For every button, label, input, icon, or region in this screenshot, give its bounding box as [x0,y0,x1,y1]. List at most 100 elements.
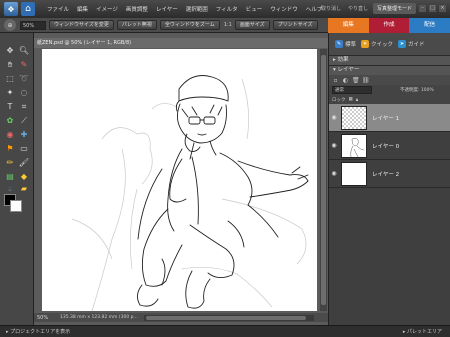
menu-edit[interactable]: 編集 [73,5,92,13]
healing-brush-icon[interactable]: ✚ [18,129,30,141]
clone-stamp-icon[interactable]: ⚑ [4,143,16,155]
layer-controls: ▫ ◐ 🗑︎ ⛓︎ [329,75,450,85]
panel-bin: ✎ 標準 ✦ クイック ➤ ガイド ▸ 効果 ▾ レイヤー ▫ ◐ 🗑︎ ⛓︎ … [328,33,450,325]
guide-icon: ➤ [398,40,407,48]
menu-view[interactable]: ビュー [242,5,267,13]
edit-quick-label: クイック [371,42,394,48]
pencil-icon[interactable]: ✏ [4,157,16,169]
effects-label: 効果 [337,57,349,63]
type-tool-icon[interactable]: T [4,101,16,113]
minimize-icon[interactable]: – [419,5,426,12]
maximize-icon[interactable]: □ [429,5,436,12]
project-bin-label: プロジェクトエリアを表示 [10,329,71,335]
document-title: 紙ZEN.psd @ 50% (レイヤー 1, RGB/8) [34,38,328,48]
adjustment-layer-icon[interactable]: ◐ [342,77,349,84]
layers-section-header[interactable]: ▾ レイヤー [329,65,450,75]
organizer-button[interactable]: 写真整理モード [372,3,416,14]
vertical-scrollbar[interactable] [320,49,327,311]
print-size-button[interactable]: プリントサイズ [272,20,318,30]
close-icon[interactable]: × [439,5,446,12]
paint-bucket-icon[interactable]: ◆ [18,171,30,183]
wand-icon: ✦ [361,40,370,48]
vertical-scroll-thumb[interactable] [321,55,326,305]
tab-create[interactable]: 作成 [368,18,410,33]
ignore-palettes-button[interactable]: パレット無視 [116,20,157,30]
background-color-swatch[interactable] [10,200,22,212]
new-layer-icon[interactable]: ▫ [332,77,339,84]
status-info: 135.38 mm x 123.82 mm (300 p... [60,315,138,320]
edit-full-button[interactable]: ✎ 標準 [335,40,356,48]
lasso-tool-icon[interactable]: ➰ [18,73,30,85]
resize-windows-button[interactable]: ウィンドウサイズを変更 [49,20,114,30]
home-icon[interactable]: ⌂ [21,2,35,16]
lock-row: ロック ▦ 🔒︎ [329,95,450,104]
layer-row-1[interactable]: ◉ レイヤー 1 [329,104,450,132]
main-menu: ファイル 編集 イメージ 画質調整 レイヤー 選択範囲 フィルタ ビュー ウィン… [43,5,326,13]
menu-file[interactable]: ファイル [43,5,73,13]
show-project-bin-button[interactable]: ▸ プロジェクトエリアを表示 [0,328,70,335]
edit-mode-actions: ✎ 標準 ✦ クイック ➤ ガイド [329,33,450,55]
zoom-tool-icon[interactable]: ⊕ [4,19,16,31]
effects-section-header[interactable]: ▸ 効果 [329,55,450,65]
edit-quick-button[interactable]: ✦ クイック [361,40,393,48]
layer-row-0[interactable]: ◉ レイヤー 0 [329,132,450,160]
move-tool-icon[interactable]: ✥ [4,45,16,57]
eraser-icon[interactable]: ▭ [18,143,30,155]
edit-full-label: 標準 [345,42,357,48]
horizontal-scrollbar[interactable] [143,314,314,321]
document-status-bar: 50% 135.38 mm x 123.82 mm (300 p... [34,313,328,322]
menu-filter[interactable]: フィルタ [212,5,242,13]
zoom-all-windows-button[interactable]: 全ウィンドウをズーム [159,20,220,30]
marquee-tool-icon[interactable]: ⬚ [4,73,16,85]
gradient-icon[interactable]: ▤ [4,171,16,183]
brush-icon[interactable]: 🖌︎ [18,157,30,169]
crop-tool-icon[interactable]: ⌗ [18,101,30,113]
zoom-field[interactable]: 50% [20,20,46,30]
blend-row: 通常 不透明度: 100% [329,85,450,95]
selection-brush-icon[interactable]: ◌ [18,87,30,99]
panel-bin-button[interactable]: ▸ パレットエリア [403,328,450,335]
eyedropper-icon[interactable]: ✎ [18,59,30,71]
redo-button[interactable]: やり直し [346,4,370,13]
tab-edit[interactable]: 編集 [328,18,369,33]
magic-wand-icon[interactable]: ✦ [4,87,16,99]
layer-name: レイヤー 0 [372,143,400,150]
canvas[interactable] [42,49,317,311]
app-logo-icon: ❖ [4,2,18,16]
delete-layer-icon[interactable]: 🗑︎ [352,77,360,84]
zoom-icon[interactable]: 🔍︎ [18,45,30,57]
lock-label: ロック [332,97,346,103]
edit-guided-button[interactable]: ➤ ガイド [398,40,425,48]
actual-pixels-button[interactable]: 1:1 [224,22,232,28]
visibility-eye-icon[interactable]: ◉ [329,170,339,177]
tab-share[interactable]: 配信 [409,18,450,33]
menu-enhance[interactable]: 画質調整 [122,5,152,13]
horizontal-scroll-thumb[interactable] [145,315,306,320]
lock-transparent-icon[interactable]: ▦ [349,97,353,102]
pencil-icon: ✎ [335,40,343,48]
fit-screen-button[interactable]: 画面サイズ [234,20,270,30]
sponge-icon[interactable]: ▰ [18,183,30,195]
panel-bin-label: パレットエリア [406,329,442,335]
status-zoom[interactable]: 50% [34,315,60,321]
blend-mode-select[interactable]: 通常 [332,86,372,94]
tool-options-bar: ⊕ 50% ウィンドウサイズを変更 パレット無視 全ウィンドウをズーム 1:1 … [0,18,328,33]
menu-select[interactable]: 選択範囲 [182,5,212,13]
opacity-field[interactable]: 不透明度: 100% [400,87,434,93]
layer-name: レイヤー 1 [372,115,400,122]
menu-layer[interactable]: レイヤー [152,5,182,13]
menu-image[interactable]: イメージ [92,5,122,13]
red-eye-icon[interactable]: ◉ [4,129,16,141]
menu-window[interactable]: ウィンドウ [266,5,302,13]
lock-all-icon[interactable]: 🔒︎ [356,97,358,103]
layer-row-2[interactable]: ◉ レイヤー 2 [329,160,450,188]
undo-button[interactable]: 取り消し [319,4,343,13]
link-layer-icon[interactable]: ⛓︎ [362,77,370,84]
visibility-eye-icon[interactable]: ◉ [329,142,339,149]
cookie-cutter-icon[interactable]: ✿ [4,115,16,127]
menu-bar: ❖ ⌂ ファイル 編集 イメージ 画質調整 レイヤー 選択範囲 フィルタ ビュー… [0,0,450,18]
straighten-icon[interactable]: ⟋ [18,115,30,127]
visibility-eye-icon[interactable]: ◉ [329,114,339,121]
hand-tool-icon[interactable]: ✋︎ [4,59,16,71]
layers-label: レイヤー [337,67,360,73]
